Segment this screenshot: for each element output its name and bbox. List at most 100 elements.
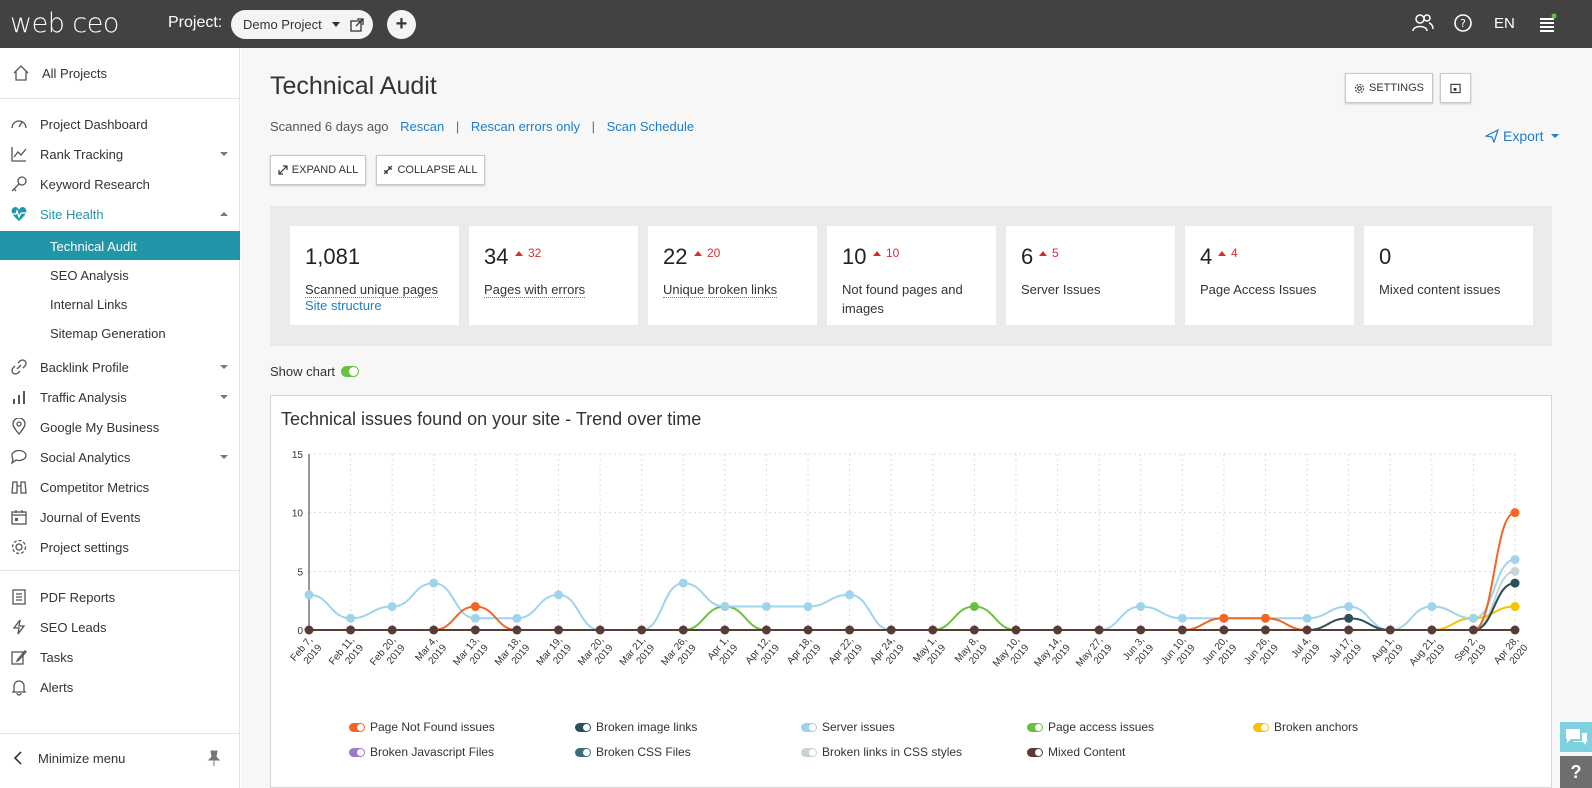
data-point xyxy=(1468,625,1478,635)
chat-button[interactable] xyxy=(1560,722,1592,752)
stat-card-not-found[interactable]: 10 10 Not found pages and images xyxy=(827,226,996,325)
data-point xyxy=(470,602,480,612)
legend-item[interactable]: Page Not Found issues xyxy=(349,720,495,734)
sidebar-item-seo-leads[interactable]: SEO Leads xyxy=(0,613,240,641)
stat-card-pages-with-errors[interactable]: 34 32 Pages with errors xyxy=(469,226,638,325)
data-point xyxy=(1510,602,1520,612)
delta-badge: 20 xyxy=(694,246,720,260)
report-icon xyxy=(12,589,26,605)
legend-toggle[interactable] xyxy=(801,722,817,732)
chevron-up-icon xyxy=(220,212,228,216)
sidebar-item-project-settings[interactable]: Project settings xyxy=(0,533,240,561)
pin-icon[interactable] xyxy=(206,749,222,767)
sidebar-sub-sitemap-generation[interactable]: Sitemap Generation xyxy=(0,318,240,347)
stat-card-page-access[interactable]: 4 4 Page Access Issues xyxy=(1185,226,1354,325)
legend-item[interactable]: Broken Javascript Files xyxy=(349,745,494,759)
menu-icon[interactable] xyxy=(1538,12,1558,34)
site-structure-link[interactable]: Site structure xyxy=(305,298,382,313)
dashboard-icon xyxy=(11,120,27,129)
sidebar-sub-technical-audit[interactable]: Technical Audit xyxy=(0,231,240,260)
logo[interactable]: web ceo xyxy=(10,8,119,39)
legend-item[interactable]: Broken image links xyxy=(575,720,697,734)
legend-item[interactable]: Broken links in CSS styles xyxy=(801,745,962,759)
delta-badge: 4 xyxy=(1218,246,1238,260)
language-selector[interactable]: EN xyxy=(1494,15,1515,32)
legend-toggle[interactable] xyxy=(1253,722,1269,732)
schedule-button[interactable] xyxy=(1440,73,1471,103)
legend-toggle[interactable] xyxy=(1027,722,1043,732)
sidebar-sub-seo-analysis[interactable]: SEO Analysis xyxy=(0,260,240,289)
users-icon[interactable] xyxy=(1411,12,1435,34)
sidebar-item-journal-of-events[interactable]: Journal of Events xyxy=(0,503,240,531)
sidebar-item-social-analytics[interactable]: Social Analytics xyxy=(0,443,240,471)
sidebar-item-competitor-metrics[interactable]: Competitor Metrics xyxy=(0,473,240,501)
sidebar-item-google-my-business[interactable]: Google My Business xyxy=(0,413,240,441)
page-title: Technical Audit xyxy=(270,72,437,100)
data-point xyxy=(387,602,397,612)
legend-toggle[interactable] xyxy=(349,722,365,732)
rescan-link[interactable]: Rescan xyxy=(400,119,444,134)
x-tick-label: Mar 18,2019 xyxy=(493,635,533,668)
sidebar-item-alerts[interactable]: Alerts xyxy=(0,673,240,701)
chart-title: Technical issues found on your site - Tr… xyxy=(281,409,702,429)
legend-item[interactable]: Broken CSS Files xyxy=(575,745,691,759)
minimize-menu-button[interactable]: Minimize menu xyxy=(0,744,240,772)
chevron-down-icon xyxy=(1551,134,1560,138)
expand-all-button[interactable]: EXPAND ALL xyxy=(270,155,366,185)
legend-toggle[interactable] xyxy=(1027,747,1043,757)
rescan-errors-link[interactable]: Rescan errors only xyxy=(471,119,580,134)
chevron-down-icon xyxy=(220,152,228,156)
data-point xyxy=(1385,625,1395,635)
calendar-icon xyxy=(1450,83,1461,94)
scan-schedule-link[interactable]: Scan Schedule xyxy=(607,119,694,134)
sidebar-item-backlink-profile[interactable]: Backlink Profile xyxy=(0,353,240,381)
data-point xyxy=(1302,613,1312,623)
data-point xyxy=(1427,602,1437,612)
data-point xyxy=(1427,625,1437,635)
sidebar-item-pdf-reports[interactable]: PDF Reports xyxy=(0,583,240,611)
project-selector[interactable]: Demo Project xyxy=(231,10,373,39)
show-chart-toggle[interactable]: Show chart xyxy=(270,364,360,379)
help-button[interactable]: ? xyxy=(1560,756,1592,788)
external-link-icon[interactable] xyxy=(350,17,364,32)
sidebar-item-traffic-analysis[interactable]: Traffic Analysis xyxy=(0,383,240,411)
data-point xyxy=(470,613,480,623)
help-icon[interactable]: ? xyxy=(1452,12,1474,34)
toggle-switch[interactable] xyxy=(341,366,360,377)
legend-item[interactable]: Server issues xyxy=(801,720,895,734)
data-point xyxy=(845,590,855,600)
legend-toggle[interactable] xyxy=(575,722,591,732)
x-tick-label: Apr 12,2019 xyxy=(744,635,783,667)
legend-toggle[interactable] xyxy=(801,747,817,757)
x-tick-label: Jun 3,2019 xyxy=(1121,635,1156,667)
settings-button[interactable]: SETTINGS xyxy=(1345,73,1433,103)
sidebar-item-keyword-research[interactable]: Keyword Research xyxy=(0,170,240,198)
stat-card-broken-links[interactable]: 22 20 Unique broken links xyxy=(648,226,817,325)
legend-item[interactable]: Page access issues xyxy=(1027,720,1154,734)
export-button[interactable]: Export xyxy=(1485,128,1560,144)
add-project-button[interactable]: + xyxy=(387,10,416,39)
data-point xyxy=(1468,613,1478,623)
sidebar-item-tasks[interactable]: Tasks xyxy=(0,643,240,671)
data-point xyxy=(429,578,439,588)
legend-label: Broken image links xyxy=(596,720,698,734)
arrow-up-icon xyxy=(873,250,881,256)
project-label: Project: xyxy=(168,14,223,31)
data-point xyxy=(1219,613,1229,623)
collapse-all-button[interactable]: COLLAPSE ALL xyxy=(376,155,485,185)
legend-item[interactable]: Mixed Content xyxy=(1027,745,1125,759)
chart-line-icon xyxy=(11,147,27,162)
sidebar-item-site-health[interactable]: Site Health xyxy=(0,200,240,228)
stat-card-server-issues[interactable]: 6 5 Server Issues xyxy=(1006,226,1175,325)
stat-card-mixed-content[interactable]: 0 Mixed content issues xyxy=(1364,226,1533,325)
legend-item[interactable]: Broken anchors xyxy=(1253,720,1358,734)
sidebar-item-all-projects[interactable]: All Projects xyxy=(0,59,240,87)
legend-toggle[interactable] xyxy=(575,747,591,757)
legend-toggle[interactable] xyxy=(349,747,365,757)
sidebar-sub-internal-links[interactable]: Internal Links xyxy=(0,289,240,318)
data-point xyxy=(761,602,771,612)
data-point xyxy=(346,613,356,623)
sidebar-item-rank-tracking[interactable]: Rank Tracking xyxy=(0,140,240,168)
sidebar-item-project-dashboard[interactable]: Project Dashboard xyxy=(0,110,240,138)
delta-badge: 10 xyxy=(873,246,899,260)
